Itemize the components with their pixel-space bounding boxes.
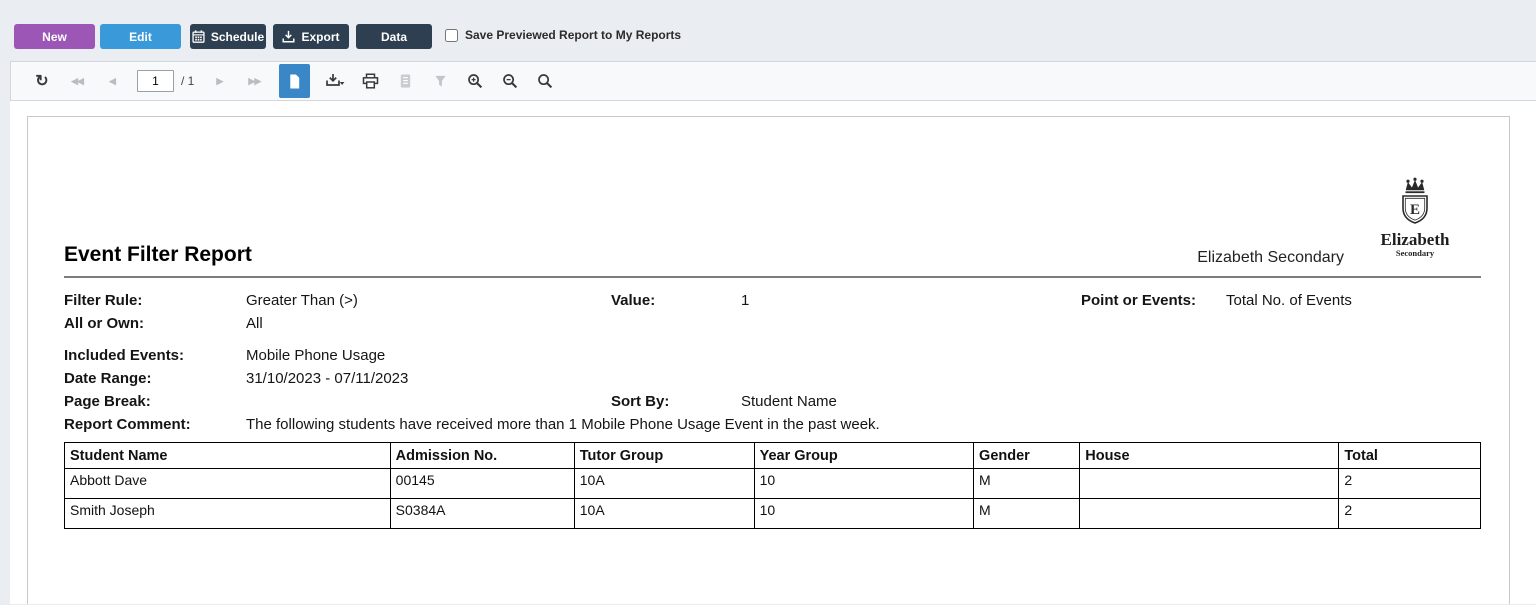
page-break-label: Page Break:	[64, 393, 151, 410]
all-or-own-label: All or Own:	[64, 315, 144, 332]
edit-button[interactable]: Edit	[100, 24, 181, 49]
viewer-content: E Elizabeth Secondary Event Filter Repor…	[10, 101, 1536, 604]
data-button[interactable]: Data	[356, 24, 432, 49]
value-value: 1	[741, 292, 750, 309]
col-student-name: Student Name	[64, 442, 391, 469]
save-previewed-report-group: Save Previewed Report to My Reports	[445, 28, 681, 42]
cell-year-group: 10	[753, 468, 975, 499]
report-comment-label: Report Comment:	[64, 416, 191, 433]
point-or-events-value: Total No. of Events	[1226, 292, 1352, 309]
export-button[interactable]: Export	[273, 24, 349, 49]
date-range-label: Date Range:	[64, 370, 152, 387]
filter-row: Page Break: Sort By: Student Name	[64, 390, 1481, 413]
report-header: Event Filter Report Elizabeth Secondary	[64, 243, 1481, 267]
previous-page-icon[interactable]: ◀	[102, 69, 122, 93]
page-view-button[interactable]	[279, 64, 311, 98]
logo-school-name: Elizabeth	[1380, 230, 1450, 249]
included-events-value: Mobile Phone Usage	[246, 347, 386, 364]
col-house: House	[1079, 442, 1340, 469]
filter-row: Included Events: Mobile Phone Usage	[64, 344, 1481, 367]
col-gender: Gender	[973, 442, 1081, 469]
filter-rule-label: Filter Rule:	[64, 292, 143, 309]
point-or-events-label: Point or Events:	[1081, 292, 1197, 309]
col-tutor-group: Tutor Group	[573, 442, 755, 469]
action-bar: New Edit Schedule Export Data Save Previ…	[0, 0, 1536, 61]
save-previewed-report-label[interactable]: Save Previewed Report to My Reports	[465, 28, 681, 42]
zoom-out-icon[interactable]	[500, 69, 520, 93]
page-number-input[interactable]	[137, 70, 174, 92]
cell-gender: M	[973, 468, 1081, 499]
school-name: Elizabeth Secondary	[1197, 249, 1344, 266]
col-year-group: Year Group	[753, 442, 975, 469]
report-comment-value: The following students have received mor…	[246, 416, 880, 433]
cell-total: 2	[1338, 468, 1481, 499]
cell-admission-no: S0384A	[389, 498, 575, 529]
filter-row: Report Comment: The following students h…	[64, 413, 1481, 436]
schedule-button-label: Schedule	[210, 29, 265, 44]
cell-tutor-group: 10A	[573, 468, 755, 499]
cell-house	[1079, 468, 1340, 499]
save-download-icon[interactable]	[325, 69, 345, 93]
cell-tutor-group: 10A	[573, 498, 755, 529]
table-header-row: Student Name Admission No. Tutor Group Y…	[64, 442, 1481, 469]
calendar-icon	[192, 30, 205, 43]
page-view-icon	[287, 73, 302, 90]
report-title: Event Filter Report	[64, 243, 252, 266]
table-row: Abbott Dave 00145 10A 10 M 2	[64, 468, 1481, 499]
viewer-toolbar: ↻ ◀◀ ◀ / 1 ▶ ▶▶	[10, 61, 1536, 101]
results-table: Student Name Admission No. Tutor Group Y…	[64, 442, 1481, 529]
date-range-value: 31/10/2023 - 07/11/2023	[246, 370, 409, 387]
new-button[interactable]: New	[14, 24, 95, 49]
report-page: E Elizabeth Secondary Event Filter Repor…	[27, 116, 1510, 604]
logo-school-subtitle: Secondary	[1395, 248, 1435, 258]
sort-by-value: Student Name	[741, 393, 837, 410]
filter-row: Date Range: 31/10/2023 - 07/11/2023	[64, 367, 1481, 390]
filter-rule-value: Greater Than (>)	[246, 292, 358, 309]
included-events-label: Included Events:	[64, 347, 185, 364]
value-label: Value:	[611, 292, 656, 309]
filter-summary: Filter Rule: Greater Than (>) Value: 1 P…	[64, 278, 1481, 436]
page-total-label: / 1	[181, 74, 195, 88]
document-map-icon[interactable]	[395, 69, 415, 93]
cell-student-name: Smith Joseph	[64, 498, 391, 529]
cell-total: 2	[1338, 498, 1481, 529]
zoom-search-icon[interactable]	[535, 69, 555, 93]
refresh-icon[interactable]: ↻	[32, 69, 52, 93]
first-page-icon[interactable]: ◀◀	[67, 69, 87, 93]
save-previewed-report-checkbox[interactable]	[445, 28, 458, 42]
cell-gender: M	[973, 498, 1081, 529]
download-icon	[282, 30, 295, 43]
export-button-label: Export	[301, 29, 340, 44]
col-admission-no: Admission No.	[389, 442, 575, 469]
filter-row: All or Own: All	[64, 312, 1481, 335]
table-row: Smith Joseph S0384A 10A 10 M 2	[64, 498, 1481, 529]
page-break-value	[246, 390, 611, 413]
cell-year-group: 10	[753, 498, 975, 529]
sort-by-label: Sort By:	[611, 393, 670, 410]
col-total: Total	[1338, 442, 1481, 469]
school-logo: E Elizabeth Secondary	[1369, 177, 1461, 258]
schedule-button[interactable]: Schedule	[190, 24, 266, 49]
cell-student-name: Abbott Dave	[64, 468, 391, 499]
filter-icon[interactable]	[430, 69, 450, 93]
cell-admission-no: 00145	[389, 468, 575, 499]
all-or-own-value: All	[246, 315, 263, 332]
filter-row: Filter Rule: Greater Than (>) Value: 1 P…	[64, 289, 1481, 312]
zoom-in-icon[interactable]	[465, 69, 485, 93]
svg-text:E: E	[1410, 202, 1420, 218]
school-crest-icon: E	[1402, 177, 1428, 224]
print-icon[interactable]	[360, 69, 380, 93]
last-page-icon[interactable]: ▶▶	[244, 69, 264, 93]
next-page-icon[interactable]: ▶	[209, 69, 229, 93]
cell-house	[1079, 498, 1340, 529]
